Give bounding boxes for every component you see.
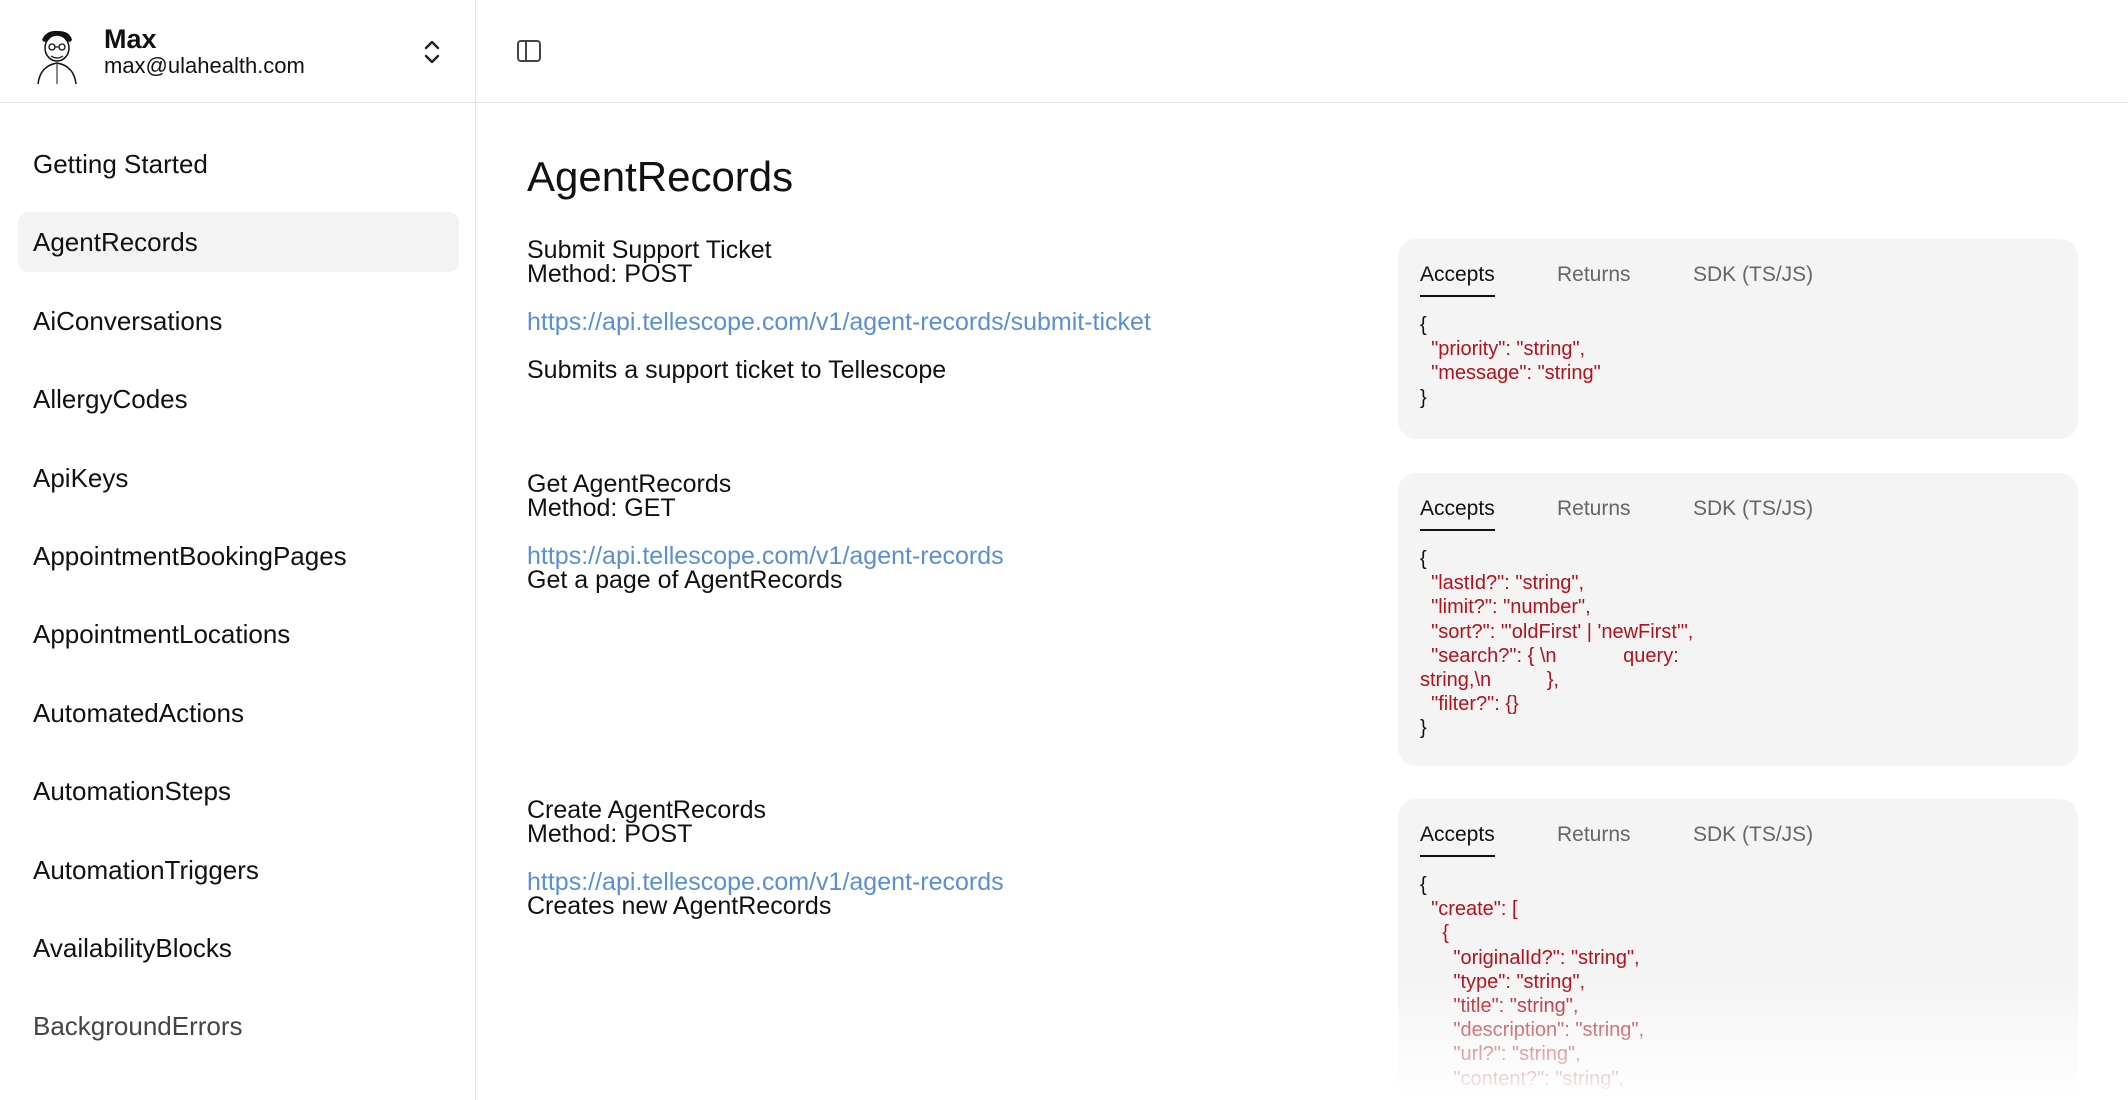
code-line: } [1420,717,1427,740]
endpoint-method: Method: POST [527,260,693,288]
top-bar [476,0,2128,103]
sidebar-item-appointmentlocations[interactable]: AppointmentLocations [18,604,459,664]
code-line: "search?": { \n query: [1420,644,1679,667]
chevron-up-down-icon[interactable] [418,36,446,68]
endpoint-get-agentrecords: Get AgentRecords Method: GET https://api… [527,470,1327,594]
code-line: { [1420,548,1427,570]
endpoint-name: Submit Support Ticket [527,236,772,264]
code-block: { "priority": "string", "message": "stri… [1420,313,2056,410]
tab-accepts[interactable]: Accepts [1420,497,1495,531]
code-tabs: Accepts Returns SDK (TS/JS) [1420,799,2056,857]
code-line: } [1420,386,1427,409]
tab-sdk[interactable]: SDK (TS/JS) [1693,497,1813,529]
endpoint-description: Get a page of AgentRecords [527,566,843,594]
endpoint-url[interactable]: https://api.tellescope.com/v1/agent-reco… [527,544,1327,569]
code-line: { [1420,874,1427,896]
tab-sdk[interactable]: SDK (TS/JS) [1693,263,1813,295]
user-email: max@ulahealth.com [104,53,305,78]
code-line: "sort?": "'oldFirst' | 'newFirst'", [1420,620,1694,643]
tab-sdk[interactable]: SDK (TS/JS) [1693,823,1813,855]
endpoint-name: Create AgentRecords [527,796,767,824]
code-card-get-agentrecords: Accepts Returns SDK (TS/JS) { "lastId?":… [1398,473,2078,766]
code-line: "priority": "string", [1420,338,1586,361]
code-card-submit-support-ticket: Accepts Returns SDK (TS/JS) { "priority"… [1398,239,2078,439]
sidebar-item-appointmentbookingpages[interactable]: AppointmentBookingPages [18,526,459,586]
sidebar-item-automatedactions[interactable]: AutomatedActions [18,683,459,743]
tab-returns[interactable]: Returns [1557,497,1631,529]
endpoint-create-agentrecords: Create AgentRecords Method: POST https:/… [527,796,1327,920]
sidebar-panel-icon[interactable] [516,38,542,64]
code-line: { [1420,922,1449,945]
code-line: "lastId?": "string", [1420,572,1585,595]
user-name: Max [104,24,157,54]
code-line: "filter?": {} [1420,693,1519,716]
avatar [37,30,77,84]
sidebar-item-aiconversations[interactable]: AiConversations [18,291,459,351]
endpoint-submit-support-ticket: Submit Support Ticket Method: POST https… [527,236,1327,384]
endpoint-method: Method: GET [527,494,676,522]
code-tabs: Accepts Returns SDK (TS/JS) [1420,239,2056,297]
scroll-fade [1398,980,2078,1100]
sidebar-item-apikeys[interactable]: ApiKeys [18,448,459,508]
sidebar-item-availabilityblocks[interactable]: AvailabilityBlocks [18,918,459,978]
sidebar-item-backgrounderrors[interactable]: BackgroundErrors [18,996,459,1056]
endpoint-name: Get AgentRecords [527,470,732,498]
page-title: AgentRecords [527,153,794,200]
sidebar-item-agentrecords[interactable]: AgentRecords [18,212,459,273]
user-switcher[interactable]: Max max@ulahealth.com [0,0,476,103]
endpoint-description: Creates new AgentRecords [527,892,832,920]
code-block: { "lastId?": "string", "limit?": "number… [1420,547,2056,741]
sidebar-item-getting-started[interactable]: Getting Started [18,134,459,194]
sidebar-item-automationsteps[interactable]: AutomationSteps [18,761,459,821]
code-line: "originalId?": "string", [1420,946,1640,969]
sidebar-nav: Getting Started AgentRecords AiConversat… [18,134,459,1075]
tab-accepts[interactable]: Accepts [1420,823,1495,857]
sidebar: Max max@ulahealth.com Getting Started Ag… [0,0,476,1100]
code-line: "message": "string" [1420,362,1601,385]
code-tabs: Accepts Returns SDK (TS/JS) [1420,473,2056,531]
code-line: "limit?": "number", [1420,596,1591,619]
sidebar-item-automationtriggers[interactable]: AutomationTriggers [18,840,459,900]
endpoint-url[interactable]: https://api.tellescope.com/v1/agent-reco… [527,870,1327,895]
endpoint-method: Method: POST [527,820,693,848]
code-line: string,\n }, [1420,669,1559,692]
code-line: "create": [ [1420,898,1518,921]
endpoint-description: Submits a support ticket to Tellescope [527,356,947,384]
tab-accepts[interactable]: Accepts [1420,263,1495,297]
code-card-create-agentrecords: Accepts Returns SDK (TS/JS) { "create": … [1398,799,2078,1100]
tab-returns[interactable]: Returns [1557,263,1631,295]
endpoint-url[interactable]: https://api.tellescope.com/v1/agent-reco… [527,310,1327,335]
sidebar-item-allergycodes[interactable]: AllergyCodes [18,369,459,429]
code-line: { [1420,314,1427,336]
tab-returns[interactable]: Returns [1557,823,1631,855]
